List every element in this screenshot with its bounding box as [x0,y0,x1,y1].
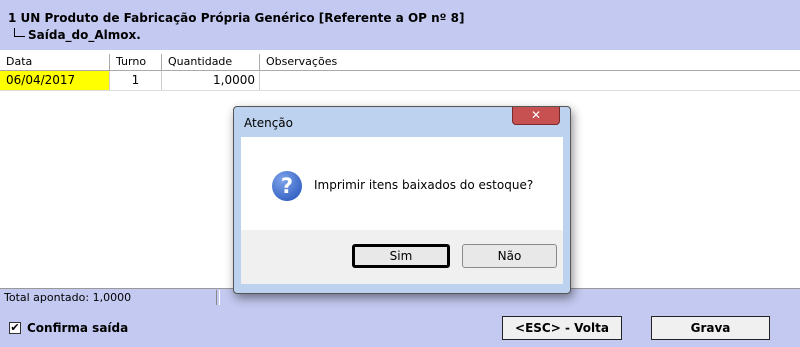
column-header-turno[interactable]: Turno [110,54,162,70]
cell-quantidade[interactable]: 1,0000 [162,71,260,90]
cell-observacoes[interactable] [260,71,800,90]
total-label: Total apontado: 1,0000 [4,291,132,304]
dialog-footer: Sim Não [241,230,563,284]
product-title: 1 UN Produto de Fabricação Própria Genér… [8,11,465,25]
cell-turno[interactable]: 1 [110,71,162,90]
confirm-checkbox-label[interactable]: Confirma saída [27,321,128,335]
attention-dialog: Atenção ✕ ? Imprimir itens baixados do e… [233,106,571,294]
dialog-body: ? Imprimir itens baixados do estoque? [241,137,563,230]
header-panel: 1 UN Produto de Fabricação Própria Genér… [0,0,800,48]
save-button[interactable]: Grava [651,316,770,340]
cell-data[interactable]: 06/04/2017 [0,71,110,90]
dialog-title: Atenção [244,116,293,130]
table-row[interactable]: 06/04/2017 1 1,0000 [0,71,800,91]
column-header-data[interactable]: Data [0,54,110,70]
close-icon[interactable]: ✕ [512,107,560,125]
location-label: Saída_do_Almox. [28,28,141,42]
no-button[interactable]: Não [462,244,557,268]
back-button[interactable]: <ESC> - Volta [502,316,622,340]
status-divider [216,290,220,305]
column-header-observacoes[interactable]: Observações [260,54,800,70]
confirm-checkbox[interactable]: ✔ [9,322,21,334]
question-icon: ? [272,171,302,201]
grid-header: Data Turno Quantidade Observações [0,54,800,71]
yes-button[interactable]: Sim [352,244,450,268]
tree-branch-icon [14,28,25,37]
dialog-message: Imprimir itens baixados do estoque? [314,178,534,192]
column-header-quantidade[interactable]: Quantidade [162,54,260,70]
